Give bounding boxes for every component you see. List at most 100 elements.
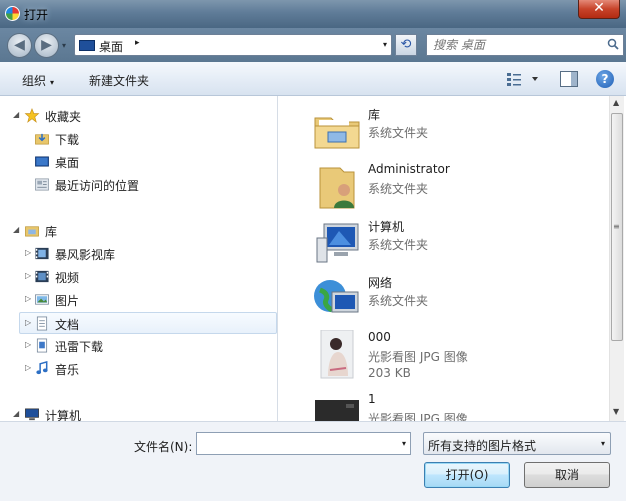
library-folder-icon — [314, 117, 360, 149]
tree-label: 收藏夹 — [45, 110, 82, 124]
tree-item-videos[interactable]: ▷ 视频 — [0, 266, 277, 288]
file-type: 系统文件夹 — [368, 294, 429, 308]
tree-item-downloads[interactable]: 下载 — [0, 128, 277, 150]
file-type: 系统文件夹 — [368, 182, 429, 196]
documents-icon — [36, 316, 48, 331]
preview-pane-icon[interactable] — [560, 71, 578, 87]
tree-item-thunder-download[interactable]: ▷ 迅雷下载 — [0, 335, 277, 357]
forward-button[interactable]: ▶ — [34, 33, 59, 58]
file-name: 计算机 — [368, 220, 405, 234]
tree-item-video-library[interactable]: ▷ 暴风影视库 — [0, 243, 277, 265]
video-library-icon — [35, 247, 49, 260]
file-name: 库 — [368, 108, 381, 122]
expand-arrow-icon[interactable]: ▷ — [25, 294, 31, 303]
open-button[interactable]: 打开(O) — [424, 462, 510, 488]
network-icon — [314, 280, 359, 313]
app-icon — [5, 6, 20, 21]
back-button[interactable]: ◀ — [7, 33, 32, 58]
address-location[interactable]: 桌面 — [99, 38, 123, 55]
file-name: 1 — [368, 392, 376, 406]
file-name: Administrator — [368, 162, 450, 176]
scroll-up-arrow-icon[interactable]: ▲ — [613, 98, 619, 107]
tree-label: 库 — [45, 225, 58, 239]
navigation-pane: ◢ 收藏夹 下载 桌面 最近访问的位置 ◢ 库 ▷ 暴风影视库 ▷ 视频 ▷ 图… — [0, 96, 278, 421]
file-item[interactable]: 库 系统文件夹 — [312, 106, 607, 158]
chevron-down-icon[interactable]: ▾ — [601, 439, 605, 448]
help-button[interactable]: ? — [596, 70, 614, 88]
tree-computer[interactable]: ◢ 计算机 — [0, 404, 277, 421]
file-item[interactable]: 计算机 系统文件夹 — [312, 218, 607, 270]
change-view-icon[interactable] — [506, 71, 542, 87]
file-type: 光影看图 JPG 图像 — [368, 350, 468, 364]
address-dropdown-icon[interactable]: ▾ — [383, 40, 387, 49]
window-title: 打开 — [24, 8, 49, 22]
tree-item-pictures[interactable]: ▷ 图片 — [0, 289, 277, 311]
organize-label: 组织 — [22, 74, 47, 88]
expand-arrow-icon[interactable]: ▷ — [25, 363, 31, 372]
cancel-button[interactable]: 取消 — [524, 462, 610, 488]
file-type-filter[interactable]: 所有支持的图片格式 ▾ — [423, 432, 611, 455]
recent-locations-dropdown-icon[interactable]: ▾ — [62, 41, 66, 50]
tree-label: 图片 — [55, 294, 80, 308]
file-item[interactable]: 1 光影看图 JPG 图像 — [312, 392, 607, 421]
music-icon — [36, 361, 48, 375]
chevron-down-icon[interactable]: ▾ — [402, 439, 406, 448]
search-input[interactable] — [433, 37, 603, 53]
recent-places-icon — [35, 178, 49, 191]
tree-label: 最近访问的位置 — [55, 179, 140, 193]
file-name: 000 — [368, 330, 391, 344]
tree-item-documents[interactable]: ▷ 文档 — [19, 312, 277, 334]
filename-input[interactable] — [197, 433, 387, 453]
filename-label: 文件名(N): — [134, 440, 193, 454]
tree-libraries[interactable]: ◢ 库 — [0, 220, 277, 242]
filename-combobox[interactable]: ▾ — [196, 432, 411, 455]
star-icon — [24, 108, 40, 123]
file-list-pane: 库 系统文件夹 Administrator 系统文件夹 计算机 系统文件夹 网络 — [296, 96, 626, 421]
expand-arrow-icon[interactable]: ▷ — [25, 248, 31, 257]
tree-favorites[interactable]: ◢ 收藏夹 — [0, 105, 277, 127]
pictures-icon — [35, 294, 49, 305]
library-icon — [25, 226, 39, 237]
search-box[interactable] — [426, 34, 624, 56]
chevron-down-icon: ▾ — [50, 78, 55, 87]
file-name: 网络 — [368, 276, 393, 290]
desktop-icon — [35, 156, 49, 167]
address-field[interactable]: 桌面 ▸ ▾ — [74, 34, 392, 56]
expand-arrow-icon[interactable]: ▷ — [25, 318, 31, 327]
file-item[interactable]: 000 光影看图 JPG 图像 203 KB — [312, 330, 607, 386]
file-pane-scrollbar[interactable]: ▲ ≡ ▼ — [609, 96, 624, 421]
expand-arrow-icon[interactable]: ▷ — [25, 340, 31, 349]
file-size: 203 KB — [368, 366, 411, 380]
tree-item-music[interactable]: ▷ 音乐 — [0, 358, 277, 380]
refresh-button[interactable]: ⟲ — [395, 34, 417, 56]
close-button[interactable]: ✕ — [578, 0, 620, 19]
tree-item-desktop[interactable]: 桌面 — [0, 151, 277, 173]
collapse-arrow-icon[interactable]: ◢ — [13, 409, 19, 418]
scroll-down-arrow-icon[interactable]: ▼ — [613, 407, 619, 416]
tree-label: 桌面 — [55, 156, 80, 170]
command-toolbar: 组织 ▾ 新建文件夹 ? — [0, 62, 626, 96]
dialog-footer: 文件名(N): ▾ 所有支持的图片格式 ▾ 打开(O) 取消 — [0, 421, 626, 501]
tree-label: 计算机 — [45, 409, 82, 421]
search-icon[interactable] — [607, 38, 619, 50]
file-type: 系统文件夹 — [368, 126, 429, 140]
user-folder-icon — [319, 167, 355, 209]
file-type-filter-value: 所有支持的图片格式 — [428, 439, 537, 453]
file-type: 光影看图 JPG 图像 — [368, 412, 468, 421]
thunder-download-icon — [36, 338, 48, 353]
tree-label: 音乐 — [55, 363, 80, 377]
collapse-arrow-icon[interactable]: ◢ — [13, 225, 19, 234]
tree-label: 文档 — [55, 318, 80, 332]
new-folder-button[interactable]: 新建文件夹 — [89, 72, 149, 89]
breadcrumb-arrow-icon[interactable]: ▸ — [135, 38, 140, 48]
file-type: 系统文件夹 — [368, 238, 429, 252]
collapse-arrow-icon[interactable]: ◢ — [13, 110, 19, 119]
title-bar: 打开 ✕ — [0, 0, 626, 28]
tree-item-recent-places[interactable]: 最近访问的位置 — [0, 174, 277, 196]
file-item[interactable]: Administrator 系统文件夹 — [312, 162, 607, 214]
expand-arrow-icon[interactable]: ▷ — [25, 271, 31, 280]
organize-menu[interactable]: 组织 ▾ — [22, 72, 54, 89]
tree-label: 下载 — [55, 133, 80, 147]
video-icon — [35, 270, 49, 283]
file-item[interactable]: 网络 系统文件夹 — [312, 274, 607, 326]
